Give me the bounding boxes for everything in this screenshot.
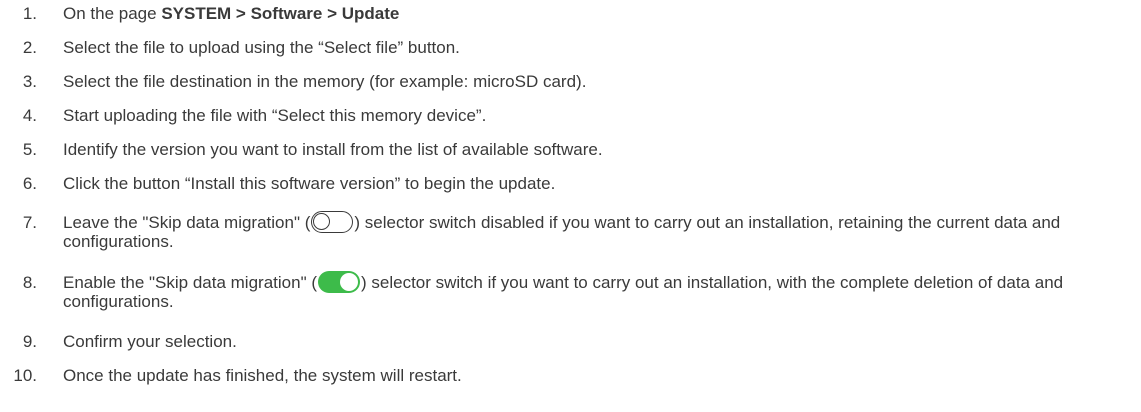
step-number: 4.	[22, 106, 37, 125]
step-prefix: On the page	[63, 4, 162, 23]
step-text: Click the button “Install this software …	[63, 174, 556, 193]
step-number: 10.	[13, 366, 37, 385]
step-number: 5.	[22, 140, 37, 159]
step-number: 3.	[22, 72, 37, 91]
step-text: Once the update has finished, the system…	[63, 366, 462, 385]
step-text: On the page SYSTEM > Software > Update	[63, 4, 1133, 24]
step-text-before: Enable the "Skip data migration" (	[63, 273, 317, 292]
page-path: SYSTEM > Software > Update	[161, 4, 400, 23]
toggle-knob	[340, 273, 358, 291]
step-text: Select the file to upload using the “Sel…	[63, 38, 460, 57]
step-number: 1.	[22, 4, 37, 23]
step-text: Leave the "Skip data migration" () selec…	[63, 211, 1133, 250]
step-text: Identify the version you want to install…	[63, 140, 603, 159]
step-number: 9.	[22, 332, 37, 351]
step-text-before: Leave the "Skip data migration" (	[63, 213, 311, 232]
toggle-off-icon	[311, 211, 354, 233]
step-number: 2.	[22, 38, 37, 57]
step-number: 6.	[22, 174, 37, 193]
step-text: Select the file destination in the memor…	[63, 72, 587, 91]
step-text: Enable the "Skip data migration" () sele…	[63, 271, 1133, 310]
step-text: Start uploading the file with “Select th…	[63, 106, 487, 125]
step-number: 8.	[22, 273, 37, 292]
toggle-knob	[313, 213, 331, 230]
step-number: 7.	[22, 213, 37, 232]
step-text: Confirm your selection.	[63, 332, 237, 351]
toggle-on-icon	[318, 271, 360, 293]
